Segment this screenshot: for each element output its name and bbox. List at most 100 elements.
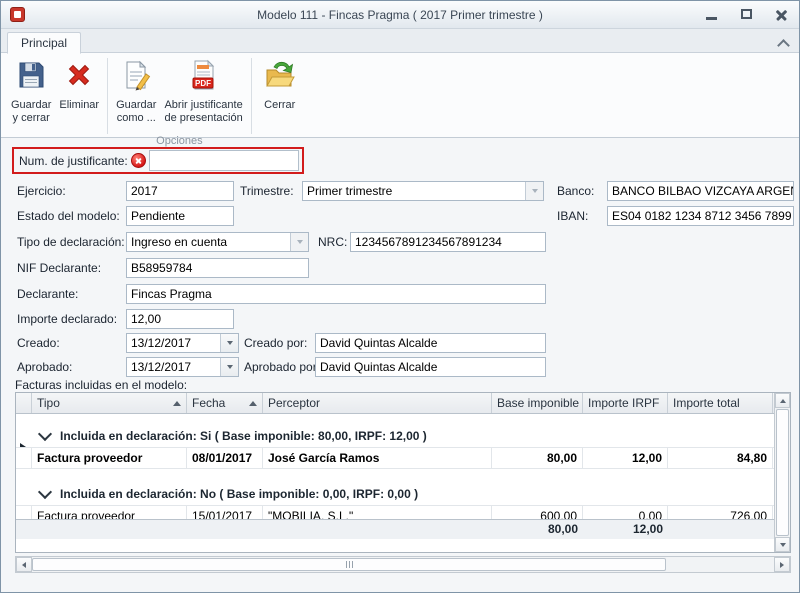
floppy-disk-icon [15, 59, 47, 96]
close-folder-icon [264, 59, 296, 96]
grid-vertical-scrollbar[interactable] [774, 393, 790, 552]
window-title: Modelo 111 - Fincas Pragma ( 2017 Primer… [1, 1, 799, 29]
column-header-base-imponible[interactable]: Base imponible [492, 393, 583, 413]
group-row-incluida-si[interactable]: Incluida en declaración: Si ( Base impon… [16, 425, 774, 447]
scroll-right-icon [780, 562, 784, 568]
horizontal-scrollbar[interactable] [15, 556, 791, 573]
aprobado-date-combo[interactable]: 13/12/2017 [126, 357, 239, 377]
summary-importe-irpf: 12,00 [583, 520, 668, 539]
titlebar: Modelo 111 - Fincas Pragma ( 2017 Primer… [1, 1, 799, 29]
ribbon-group-label: Opciones [112, 135, 247, 147]
group-row-incluida-no[interactable]: Incluida en declaración: No ( Base impon… [16, 483, 774, 505]
scroll-down-button[interactable] [775, 537, 790, 552]
indicator-header-cell [16, 393, 32, 413]
scroll-left-button[interactable] [16, 557, 32, 572]
aprobado-label: Aprobado: [17, 357, 72, 377]
group-collapse-icon[interactable] [38, 485, 52, 499]
aprobado-por-field[interactable]: David Quintas Alcalde [315, 357, 546, 377]
column-header-fecha[interactable]: Fecha [187, 393, 263, 413]
dropdown-button[interactable] [525, 182, 543, 200]
column-header-tipo[interactable]: Tipo [32, 393, 187, 413]
save-and-close-button[interactable]: Guardar y cerrar [7, 55, 55, 135]
tipo-declaracion-label: Tipo de declaración: [17, 232, 125, 252]
iban-label: IBAN: [557, 206, 588, 226]
importe-declarado-field[interactable]: 12,00 [126, 309, 234, 329]
iban-field[interactable]: ES04 0182 1234 8712 3456 7899 [607, 206, 794, 226]
facturas-grid: Tipo Fecha Perceptor Base imponible Impo… [15, 392, 791, 553]
grid-summary-row: 80,00 12,00 [16, 519, 774, 539]
scroll-up-button[interactable] [775, 393, 790, 408]
nif-declarante-field[interactable]: B58959784 [126, 258, 309, 278]
chevron-up-icon [777, 39, 790, 52]
ejercicio-field[interactable]: 2017 [126, 181, 234, 201]
table-row[interactable]: Factura proveedor 08/01/2017 José García… [16, 447, 774, 469]
banco-field[interactable]: BANCO BILBAO VIZCAYA ARGENTARI [607, 181, 794, 201]
maximize-icon [741, 9, 752, 19]
ejercicio-label: Ejercicio: [17, 181, 66, 201]
tipo-declaracion-combo[interactable]: Ingreso en cuenta [126, 232, 309, 252]
scroll-right-button[interactable] [774, 557, 790, 572]
minimize-button[interactable] [703, 7, 721, 23]
column-header-importe-total[interactable]: Importe total [668, 393, 773, 413]
dropdown-button[interactable] [290, 233, 308, 251]
horizontal-scroll-thumb[interactable] [32, 558, 666, 571]
ribbon-separator [251, 58, 252, 134]
chevron-down-icon [227, 365, 233, 369]
nrc-label: NRC: [318, 232, 347, 252]
nrc-field[interactable]: 1234567891234567891234 [350, 232, 546, 252]
num-justificante-input[interactable] [149, 150, 299, 171]
scroll-down-icon [780, 543, 786, 547]
chevron-down-icon [532, 189, 538, 193]
nif-declarante-label: NIF Declarante: [17, 258, 101, 278]
ribbon-toolbar: Guardar y cerrar Eliminar Guardar co [1, 53, 799, 138]
delete-x-icon [63, 59, 95, 96]
group-collapse-icon[interactable] [38, 427, 52, 441]
summary-base-imponible: 80,00 [492, 520, 583, 539]
scroll-left-icon [22, 562, 26, 568]
ribbon-tabstrip: Principal [1, 29, 799, 53]
save-as-icon [120, 59, 152, 96]
app-window: Modelo 111 - Fincas Pragma ( 2017 Primer… [0, 0, 800, 593]
svg-text:PDF: PDF [195, 79, 211, 88]
creado-por-label: Creado por: [244, 333, 307, 353]
trimestre-label: Trimestre: [240, 181, 294, 201]
declarante-label: Declarante: [17, 284, 78, 304]
minimize-icon [706, 17, 717, 20]
estado-field[interactable]: Pendiente [126, 206, 234, 226]
creado-date-combo[interactable]: 13/12/2017 [126, 333, 239, 353]
delete-button[interactable]: Eliminar [55, 55, 103, 135]
close-button[interactable] [773, 7, 791, 23]
open-pdf-receipt-button[interactable]: PDF Abrir justificante de presentación [160, 55, 246, 135]
chevron-down-icon [227, 341, 233, 345]
trimestre-combo[interactable]: Primer trimestre [302, 181, 544, 201]
dropdown-button[interactable] [220, 358, 238, 376]
declarante-field[interactable]: Fincas Pragma [126, 284, 546, 304]
banco-label: Banco: [557, 181, 594, 201]
dropdown-button[interactable] [220, 334, 238, 352]
creado-por-field[interactable]: David Quintas Alcalde [315, 333, 546, 353]
estado-label: Estado del modelo: [17, 206, 120, 226]
collapse-ribbon-button[interactable] [775, 34, 791, 50]
creado-label: Creado: [17, 333, 60, 353]
sort-asc-icon [249, 401, 257, 406]
grid-header-row: Tipo Fecha Perceptor Base imponible Impo… [16, 393, 774, 414]
pdf-document-icon: PDF [188, 59, 220, 96]
scroll-up-icon [780, 399, 786, 403]
num-justificante-label: Num. de justificante: [19, 154, 131, 168]
error-icon [131, 153, 146, 168]
sort-asc-icon [173, 401, 181, 406]
save-as-button[interactable]: Guardar como ... [112, 55, 160, 135]
num-justificante-error-highlight: Num. de justificante: [12, 147, 304, 174]
vertical-scroll-thumb[interactable] [776, 409, 789, 536]
ribbon-separator [107, 58, 108, 134]
importe-declarado-label: Importe declarado: [17, 309, 117, 329]
thumb-grip-icon [346, 561, 347, 568]
maximize-button[interactable] [738, 7, 756, 23]
aprobado-por-label: Aprobado por: [244, 357, 320, 377]
close-form-button[interactable]: Cerrar [260, 55, 300, 135]
column-header-perceptor[interactable]: Perceptor [263, 393, 492, 413]
chevron-down-icon [297, 240, 303, 244]
ribbon-group-opciones: Guardar como ... PDF Abrir justificante … [112, 55, 247, 148]
tab-principal[interactable]: Principal [7, 32, 81, 54]
column-header-importe-irpf[interactable]: Importe IRPF [583, 393, 668, 413]
